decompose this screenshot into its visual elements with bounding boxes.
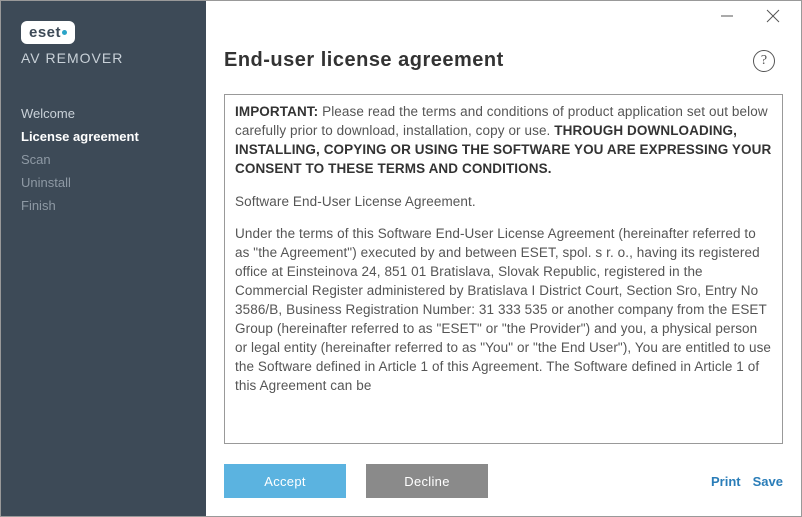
main: End-user license agreement ? IMPORTANT: … xyxy=(206,1,801,516)
print-link[interactable]: Print xyxy=(711,474,741,489)
footer: Accept Decline Print Save xyxy=(206,444,801,516)
content: IMPORTANT: Please read the terms and con… xyxy=(206,94,801,444)
license-textarea[interactable]: IMPORTANT: Please read the terms and con… xyxy=(224,94,783,444)
logo-dot-icon xyxy=(62,30,67,35)
nav-item-finish: Finish xyxy=(21,198,186,213)
accept-button[interactable]: Accept xyxy=(224,464,346,498)
license-paragraph-3: Under the terms of this Software End-Use… xyxy=(235,225,772,395)
titlebar xyxy=(707,1,801,31)
logo-text: eset xyxy=(29,24,61,41)
minimize-icon xyxy=(720,9,734,23)
app-subtitle: AV REMOVER xyxy=(21,50,186,66)
logo: eset AV REMOVER xyxy=(21,21,186,66)
question-icon: ? xyxy=(761,53,767,69)
decline-button[interactable]: Decline xyxy=(366,464,488,498)
nav: Welcome License agreement Scan Uninstall… xyxy=(21,106,186,213)
app-window: eset AV REMOVER Welcome License agreemen… xyxy=(0,0,802,517)
sidebar: eset AV REMOVER Welcome License agreemen… xyxy=(1,1,206,516)
help-button[interactable]: ? xyxy=(753,50,775,72)
footer-links: Print Save xyxy=(711,474,783,489)
logo-badge: eset xyxy=(21,21,75,44)
license-intro-label: IMPORTANT: xyxy=(235,104,318,119)
nav-item-scan: Scan xyxy=(21,152,186,167)
nav-item-welcome: Welcome xyxy=(21,106,186,121)
save-link[interactable]: Save xyxy=(753,474,783,489)
license-paragraph-2: Software End-User License Agreement. xyxy=(235,193,772,212)
license-paragraph-1: IMPORTANT: Please read the terms and con… xyxy=(235,103,772,179)
close-button[interactable] xyxy=(753,2,793,30)
page-title: End-user license agreement xyxy=(224,49,504,72)
nav-item-license-agreement: License agreement xyxy=(21,129,186,144)
minimize-button[interactable] xyxy=(707,2,747,30)
close-icon xyxy=(766,9,780,23)
nav-item-uninstall: Uninstall xyxy=(21,175,186,190)
